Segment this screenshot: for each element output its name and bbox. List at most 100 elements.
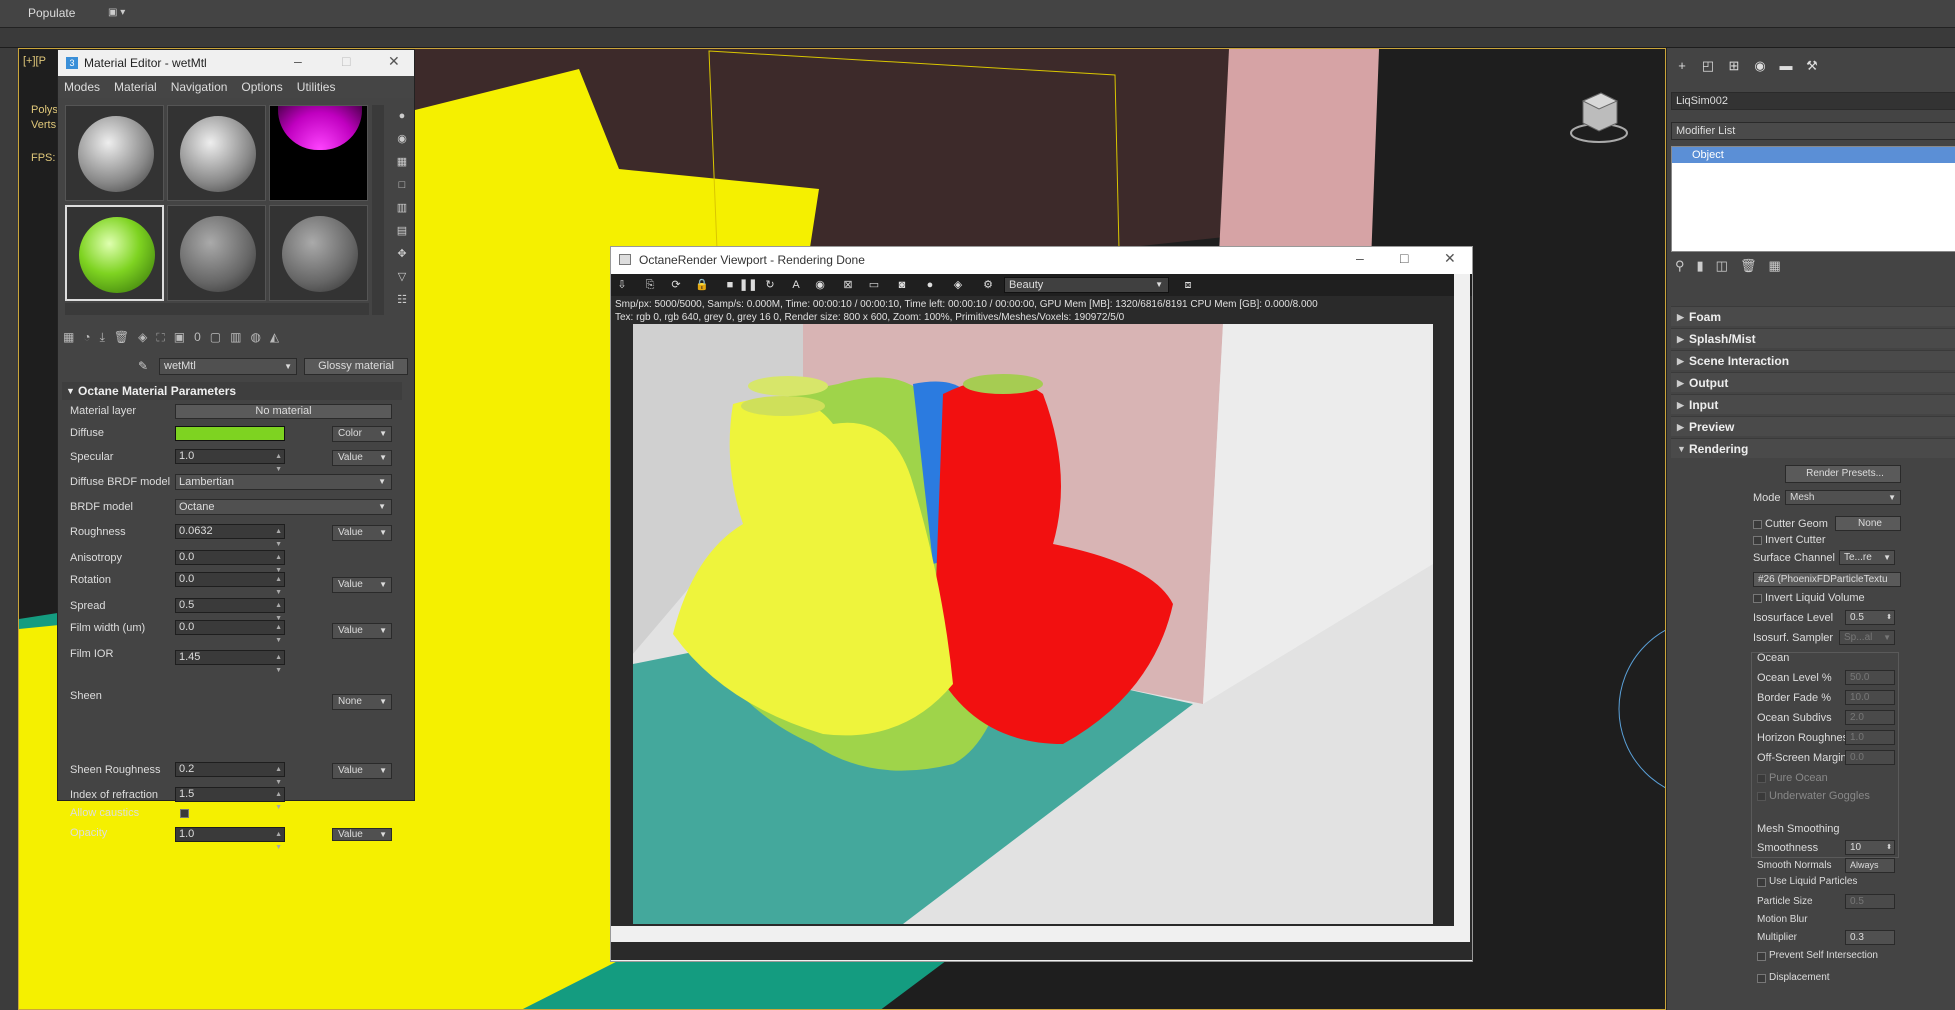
stack-item-object[interactable]: Object [1672, 147, 1955, 163]
rotation-mode-dropdown[interactable]: Value ▼ [332, 577, 392, 593]
copy-render-icon[interactable]: ⎘ [643, 278, 657, 292]
spinner-arrows-icon[interactable]: ▲ ▼ [275, 573, 282, 599]
octane-params-rollout[interactable]: ▼ Octane Material Parameters [62, 382, 402, 400]
diffuse-mode-dropdown[interactable]: Color ▼ [332, 426, 392, 442]
sheen-roughness-spinner[interactable]: 0.2 ▲ ▼ [175, 762, 285, 786]
material-layer-button[interactable]: No material [175, 404, 392, 419]
material-picker-icon[interactable]: ● [923, 278, 937, 292]
specular-mode-dropdown[interactable]: Value ▼ [332, 450, 392, 466]
spinner-arrows-icon[interactable]: ▲ ▼ [275, 651, 282, 677]
border-fade-spinner[interactable]: 10.0 [1845, 690, 1895, 705]
sample-slot-4-active[interactable] [65, 205, 164, 301]
caustics-checkbox[interactable] [180, 809, 189, 818]
brdf-dropdown[interactable]: Octane ▼ [175, 499, 392, 515]
multiplier-spinner[interactable]: 0.3 [1845, 930, 1895, 945]
material-toolbar[interactable]: ▦◔⤓🗑◈⛶▣0▢▥◍◭ [63, 330, 408, 350]
spread-spinner[interactable]: 0.5 ▲ ▼ [175, 598, 285, 622]
rollout-foam[interactable]: ▶ Foam [1671, 306, 1955, 326]
film-region-icon[interactable]: ▭ [867, 278, 881, 292]
ocean-level-spinner[interactable]: 50.0 [1845, 670, 1895, 685]
populate-menu[interactable]: Populate [28, 6, 75, 20]
refresh-icon[interactable]: ↻ [763, 278, 777, 292]
surface-channel-dropdown[interactable]: Te...re ▼ [1839, 550, 1895, 565]
horizon-roughness-spinner[interactable]: 1.0 [1845, 730, 1895, 745]
spinner-arrows-icon[interactable]: ▲ ▼ [275, 450, 282, 476]
modifier-list-dropdown[interactable]: Modifier List [1671, 122, 1955, 140]
cutter-pick-button[interactable]: None [1835, 516, 1901, 531]
menu-navigation[interactable]: Navigation [171, 80, 228, 94]
specular-spinner[interactable]: 1.0 ▲ ▼ [175, 449, 285, 473]
pause-icon[interactable]: ❚❚ [739, 278, 757, 292]
motion-tab-icon[interactable]: ◉ [1749, 58, 1771, 76]
ocean-subdivs-spinner[interactable]: 2.0 [1845, 710, 1895, 725]
anisotropy-spinner[interactable]: 0.0 ▲ ▼ [175, 550, 285, 574]
rollout-input[interactable]: ▶ Input [1671, 394, 1955, 414]
rollout-rendering[interactable]: ▼ Rendering [1671, 438, 1955, 458]
render-hscrollbar[interactable] [611, 926, 1470, 942]
rollout-scene-interaction[interactable]: ▶ Scene Interaction [1671, 350, 1955, 370]
close-icon[interactable]: ✕ [1444, 250, 1456, 267]
iso-sampler-dropdown[interactable]: Sp...al ▼ [1839, 630, 1895, 645]
display-tab-icon[interactable]: ▬ [1775, 58, 1797, 76]
slots-vscrollbar[interactable] [372, 105, 384, 315]
stack-toolbar[interactable]: ⚲▮◫🗑▦ [1675, 258, 1955, 280]
octane-titlebar[interactable]: OctaneRender Viewport - Rendering Done –… [611, 247, 1472, 274]
create-tab-icon[interactable]: + [1671, 58, 1693, 76]
displacement-checkbox[interactable] [1757, 974, 1766, 983]
slots-hscrollbar[interactable] [65, 303, 369, 315]
pure-ocean-checkbox[interactable] [1757, 774, 1766, 783]
ior-spinner[interactable]: 1.5 ▲ ▼ [175, 787, 285, 811]
film-ior-spinner[interactable]: 1.45 ▲ ▼ [175, 650, 285, 674]
invert-cutter-checkbox[interactable] [1753, 536, 1762, 545]
menu-material[interactable]: Material [114, 80, 157, 94]
particle-size-spinner[interactable]: 0.5 [1845, 894, 1895, 909]
region-render-icon[interactable]: ⊠ [841, 278, 855, 292]
viewport-label[interactable]: [+][P [23, 55, 46, 67]
sample-slot-2[interactable] [167, 105, 266, 201]
render-pass-dropdown[interactable]: Beauty ▼ [1004, 277, 1169, 293]
slot-side-toolbar[interactable]: ● ◉ ▦ □ ▥ ▤ ✥ ▽ ☷ [390, 105, 414, 315]
smoothness-spinner[interactable]: 10 ⬍ [1845, 840, 1895, 855]
roughness-mode-dropdown[interactable]: Value ▼ [332, 525, 392, 541]
menu-utilities[interactable]: Utilities [297, 80, 336, 94]
maximize-icon[interactable]: □ [342, 53, 350, 69]
autofocus-icon[interactable]: A [789, 278, 803, 292]
object-picker-icon[interactable]: ◈ [951, 278, 965, 292]
spinner-arrows-icon[interactable]: ⬍ [1886, 611, 1892, 624]
diffuse-color-swatch[interactable] [175, 426, 285, 441]
object-name-field[interactable]: LiqSim002 [1671, 92, 1955, 110]
sample-slot-5[interactable] [167, 205, 266, 301]
rollout-preview[interactable]: ▶ Preview [1671, 416, 1955, 436]
use-liquid-particles-checkbox[interactable] [1757, 878, 1766, 887]
sample-slot-6[interactable] [269, 205, 368, 301]
spinner-arrows-icon[interactable]: ⬍ [1886, 841, 1892, 854]
cutter-geom-checkbox[interactable] [1753, 520, 1762, 529]
material-name-field[interactable]: wetMtl ▼ [159, 358, 297, 375]
material-editor-titlebar[interactable]: 3 Material Editor - wetMtl – □ ✕ [58, 50, 414, 76]
film-width-spinner[interactable]: 0.0 ▲ ▼ [175, 620, 285, 644]
stop-icon[interactable]: ■ [723, 278, 737, 292]
settings-gear-icon[interactable]: ⚙ [981, 278, 995, 292]
prevent-self-intersection-checkbox[interactable] [1757, 952, 1766, 961]
mode-dropdown[interactable]: Mesh ▼ [1785, 490, 1901, 505]
color-picker-icon[interactable]: ◉ [813, 278, 827, 292]
camera-icon[interactable]: ◙ [895, 278, 909, 292]
display-dropdown-icon[interactable]: ▣ ▾ [108, 7, 130, 19]
opacity-mode-dropdown[interactable]: Value ▼ [332, 828, 392, 841]
render-vscrollbar[interactable] [1454, 274, 1470, 926]
material-type-button[interactable]: Glossy material [304, 358, 408, 375]
roughness-spinner[interactable]: 0.0632 ▲ ▼ [175, 524, 285, 548]
menu-modes[interactable]: Modes [64, 80, 100, 94]
fit-window-icon[interactable]: ⧈ [1181, 278, 1195, 292]
spinner-arrows-icon[interactable]: ▲ ▼ [275, 525, 282, 551]
hierarchy-tab-icon[interactable]: ⊞ [1723, 58, 1745, 76]
save-render-icon[interactable]: ⇩ [615, 278, 629, 292]
smooth-normals-dropdown[interactable]: Always [1845, 858, 1895, 873]
sample-slot-1[interactable] [65, 105, 164, 201]
eyedropper-icon[interactable]: ✎ [138, 359, 148, 373]
restart-render-icon[interactable]: ⟳ [669, 278, 683, 292]
sheen-mode-dropdown[interactable]: None ▼ [332, 694, 392, 710]
rotation-spinner[interactable]: 0.0 ▲ ▼ [175, 572, 285, 596]
modify-tab-icon[interactable]: ◰ [1697, 58, 1719, 76]
diffuse-brdf-dropdown[interactable]: Lambertian ▼ [175, 474, 392, 490]
